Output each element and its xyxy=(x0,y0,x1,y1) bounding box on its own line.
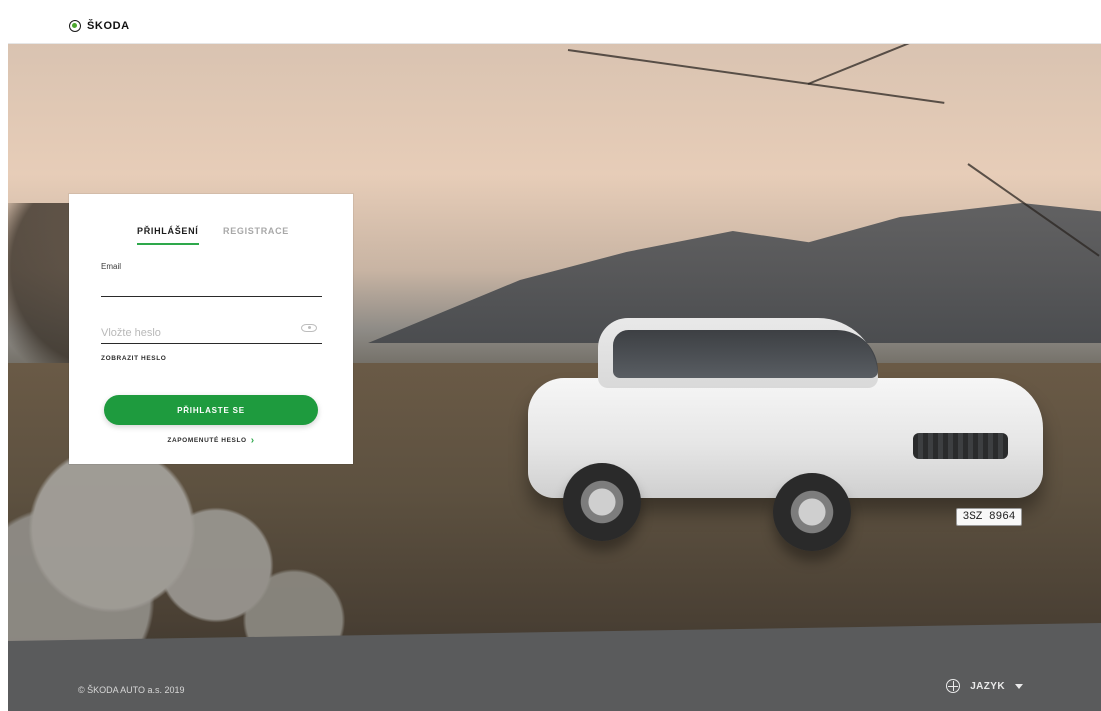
branch xyxy=(807,43,1050,85)
email-field[interactable] xyxy=(101,276,322,297)
forgot-password-link[interactable]: ZAPOMENUTÉ HESLO › xyxy=(69,434,353,446)
footer: © ŠKODA AUTO a.s. 2019 JAZYK xyxy=(8,641,1101,711)
caret-down-icon xyxy=(1015,683,1023,689)
globe-icon xyxy=(946,679,961,693)
active-tab-underline xyxy=(137,243,199,245)
chevron-right-icon: › xyxy=(250,435,255,446)
top-bar: ŠKODA xyxy=(8,10,1101,44)
brand-logo[interactable]: ŠKODA xyxy=(69,20,130,32)
skoda-logo-icon xyxy=(69,20,81,32)
language-label: JAZYK xyxy=(970,680,1005,692)
car-wheel xyxy=(563,463,641,541)
password-field[interactable] xyxy=(101,323,322,344)
branch xyxy=(567,49,945,104)
rocks xyxy=(8,433,528,641)
brand-name: ŠKODA xyxy=(87,20,130,32)
license-plate: 3SZ 8964 xyxy=(956,508,1022,526)
show-password-toggle[interactable]: ZOBRAZIT HESLO xyxy=(101,355,166,362)
page-frame: ŠKODA 3SZ 8964 PŘIHLÁŠENÍ REGISTRACE Ema… xyxy=(8,10,1101,711)
login-card: PŘIHLÁŠENÍ REGISTRACE Email ZOBRAZIT HES… xyxy=(69,194,353,464)
tab-register[interactable]: REGISTRACE xyxy=(223,226,289,236)
car: 3SZ 8964 xyxy=(518,308,1048,553)
car-windows xyxy=(613,330,878,378)
car-grill xyxy=(913,433,1008,459)
auth-tabs: PŘIHLÁŠENÍ REGISTRACE xyxy=(69,226,353,250)
login-submit-button[interactable]: PŘIHLASTE SE xyxy=(104,395,318,425)
eye-icon[interactable] xyxy=(301,324,317,332)
email-label: Email xyxy=(101,262,122,271)
language-selector[interactable]: JAZYK xyxy=(946,679,1023,693)
copyright: © ŠKODA AUTO a.s. 2019 xyxy=(78,685,185,695)
tab-login[interactable]: PŘIHLÁŠENÍ xyxy=(137,226,199,236)
car-wheel xyxy=(773,473,851,551)
forgot-password-label: ZAPOMENUTÉ HESLO xyxy=(167,437,247,444)
